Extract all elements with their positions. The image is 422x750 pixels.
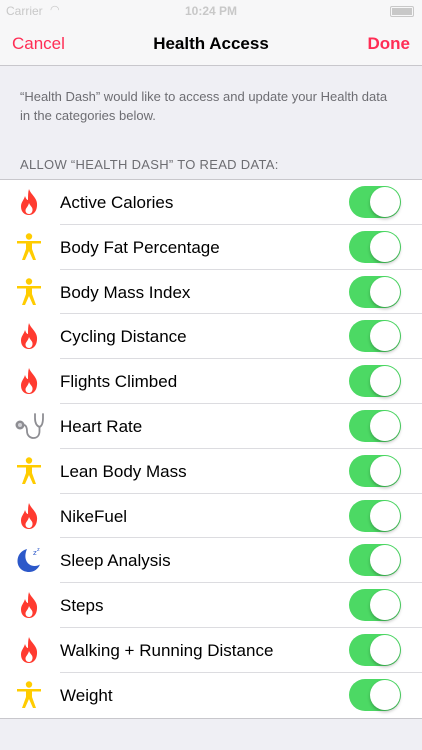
toggle-knob xyxy=(370,634,400,665)
toggle-knob xyxy=(370,590,400,621)
permission-label: NikeFuel xyxy=(60,506,128,526)
permission-label: Cycling Distance xyxy=(60,327,187,347)
battery-icon xyxy=(390,6,414,17)
flame-icon xyxy=(14,188,44,216)
permission-toggle[interactable] xyxy=(349,409,401,442)
toggle-knob xyxy=(370,231,400,262)
permission-toggle[interactable] xyxy=(349,186,401,218)
permission-label: Heart Rate xyxy=(60,416,143,436)
permission-row-flights-climbed: Flights Climbed xyxy=(0,359,422,404)
permission-row-body-fat-percentage: Body Fat Percentage xyxy=(0,225,422,270)
flame-icon xyxy=(14,636,44,664)
permission-label: Flights Climbed xyxy=(60,372,178,392)
permission-label: Sleep Analysis xyxy=(60,551,171,571)
permissions-list: Active Calories Body Fat Percentage Body… xyxy=(0,179,422,719)
navigation-bar: Cancel Health Access Done xyxy=(0,22,422,66)
toggle-knob xyxy=(370,500,400,531)
permission-toggle[interactable] xyxy=(349,678,401,711)
flame-icon xyxy=(14,367,44,395)
toggle-knob xyxy=(370,366,400,397)
clock: 10:24 PM xyxy=(184,4,238,18)
toggle-knob xyxy=(370,410,400,441)
permission-label: Weight xyxy=(60,685,113,705)
permission-row-cycling-distance: Cycling Distance xyxy=(0,314,422,360)
permission-toggle[interactable] xyxy=(349,589,401,622)
permission-toggle[interactable] xyxy=(349,544,401,577)
permission-label: Body Mass Index xyxy=(60,282,191,302)
permission-toggle[interactable] xyxy=(349,365,401,398)
permission-row-lean-body-mass: Lean Body Mass xyxy=(0,449,422,494)
permission-label: Lean Body Mass xyxy=(60,461,187,481)
permission-row-active-calories: Active Calories xyxy=(0,180,422,225)
flame-icon xyxy=(14,591,44,619)
toggle-knob xyxy=(370,276,400,307)
toggle-knob xyxy=(370,321,400,352)
permission-label: Body Fat Percentage xyxy=(60,237,220,257)
person-icon xyxy=(14,681,44,709)
toggle-knob xyxy=(370,679,400,710)
permission-row-weight: Weight xyxy=(0,673,422,718)
person-icon xyxy=(14,233,44,261)
permission-label: Steps xyxy=(60,596,104,616)
page-title: Health Access xyxy=(153,34,269,53)
permission-row-body-mass-index: Body Mass Index xyxy=(0,270,422,315)
permission-row-sleep-analysis: zz Sleep Analysis xyxy=(0,538,422,584)
status-bar: Carrier ◠ 10:24 PM xyxy=(0,0,422,22)
permission-toggle[interactable] xyxy=(349,275,401,308)
permission-toggle[interactable] xyxy=(349,320,401,353)
person-icon xyxy=(14,277,44,306)
permission-label: Walking + Running Distance xyxy=(60,640,274,660)
intro-text: “Health Dash” would like to access and u… xyxy=(20,89,388,123)
permission-row-nikefuel: NikeFuel xyxy=(0,494,422,539)
permission-label: Active Calories xyxy=(60,193,174,212)
person-icon xyxy=(14,457,44,485)
done-button[interactable]: Done xyxy=(368,34,411,54)
stethoscope-icon xyxy=(14,412,44,440)
permission-row-heart-rate: Heart Rate xyxy=(0,404,422,449)
toggle-knob xyxy=(370,455,400,486)
moon-icon: zz xyxy=(14,546,44,574)
permission-toggle[interactable] xyxy=(349,499,401,532)
toggle-knob xyxy=(370,545,400,576)
flame-icon xyxy=(14,322,44,350)
permission-toggle[interactable] xyxy=(349,230,401,263)
svg-text:z: z xyxy=(37,547,40,553)
permission-row-walking-running-distance: Walking + Running Distance xyxy=(0,628,422,673)
toggle-knob xyxy=(370,187,400,217)
flame-icon xyxy=(14,502,44,530)
permission-row-steps: Steps xyxy=(0,583,422,628)
permission-toggle[interactable] xyxy=(349,454,401,487)
section-header: ALLOW “HEALTH DASH” TO READ DATA: xyxy=(20,157,279,172)
permission-toggle[interactable] xyxy=(349,633,401,666)
